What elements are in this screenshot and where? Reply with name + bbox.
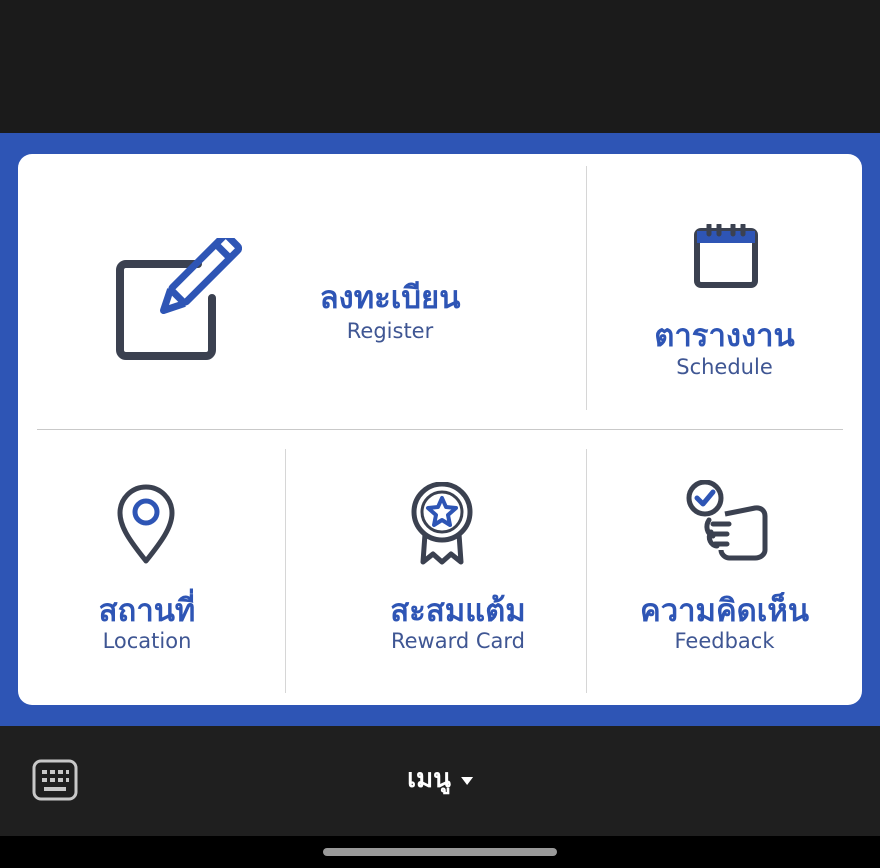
menu-item-label-en: Register <box>346 319 434 343</box>
menu-item-register[interactable]: ลงทะเบียน Register <box>18 154 586 429</box>
menu-toggle-label: เมนู <box>407 764 451 794</box>
home-indicator[interactable] <box>323 848 557 856</box>
menu-item-label-th: ลงทะเบียน <box>319 280 461 316</box>
map-pin-icon <box>117 484 175 564</box>
rich-menu-toggle[interactable]: เมนู <box>407 758 473 799</box>
menu-item-label-th: สะสมแต้ม <box>390 593 526 629</box>
award-star-icon <box>411 482 473 565</box>
menu-item-label-en: Location <box>102 629 192 653</box>
menu-item-label-th: สถานที่ <box>98 593 196 629</box>
keyboard-toggle-button[interactable] <box>32 759 78 801</box>
top-area <box>0 0 880 133</box>
edit-icon <box>116 238 242 360</box>
menu-item-label-en: Reward Card <box>390 629 525 653</box>
calendar-icon <box>694 224 758 288</box>
menu-item-label-en: Schedule <box>676 355 773 379</box>
menu-item-label-en: Feedback <box>674 629 775 653</box>
menu-item-feedback[interactable]: ความคิดเห็น Feedback <box>587 430 862 705</box>
menu-item-reward-card[interactable]: สะสมแต้ม Reward Card <box>286 430 586 705</box>
rich-menu-panel: ลงทะเบียน Register ตารางงาน Schedule สถา… <box>18 154 862 705</box>
menu-item-location[interactable]: สถานที่ Location <box>18 430 285 705</box>
keyboard-icon <box>32 759 78 801</box>
menu-item-label-th: ตารางงาน <box>654 318 795 354</box>
bottom-bar: เมนู <box>0 726 880 836</box>
system-nav-area <box>0 836 880 868</box>
menu-item-label-th: ความคิดเห็น <box>639 593 810 629</box>
feedback-hand-check-icon <box>686 480 768 561</box>
caret-down-icon <box>460 776 473 785</box>
menu-item-schedule[interactable]: ตารางงาน Schedule <box>587 154 862 429</box>
